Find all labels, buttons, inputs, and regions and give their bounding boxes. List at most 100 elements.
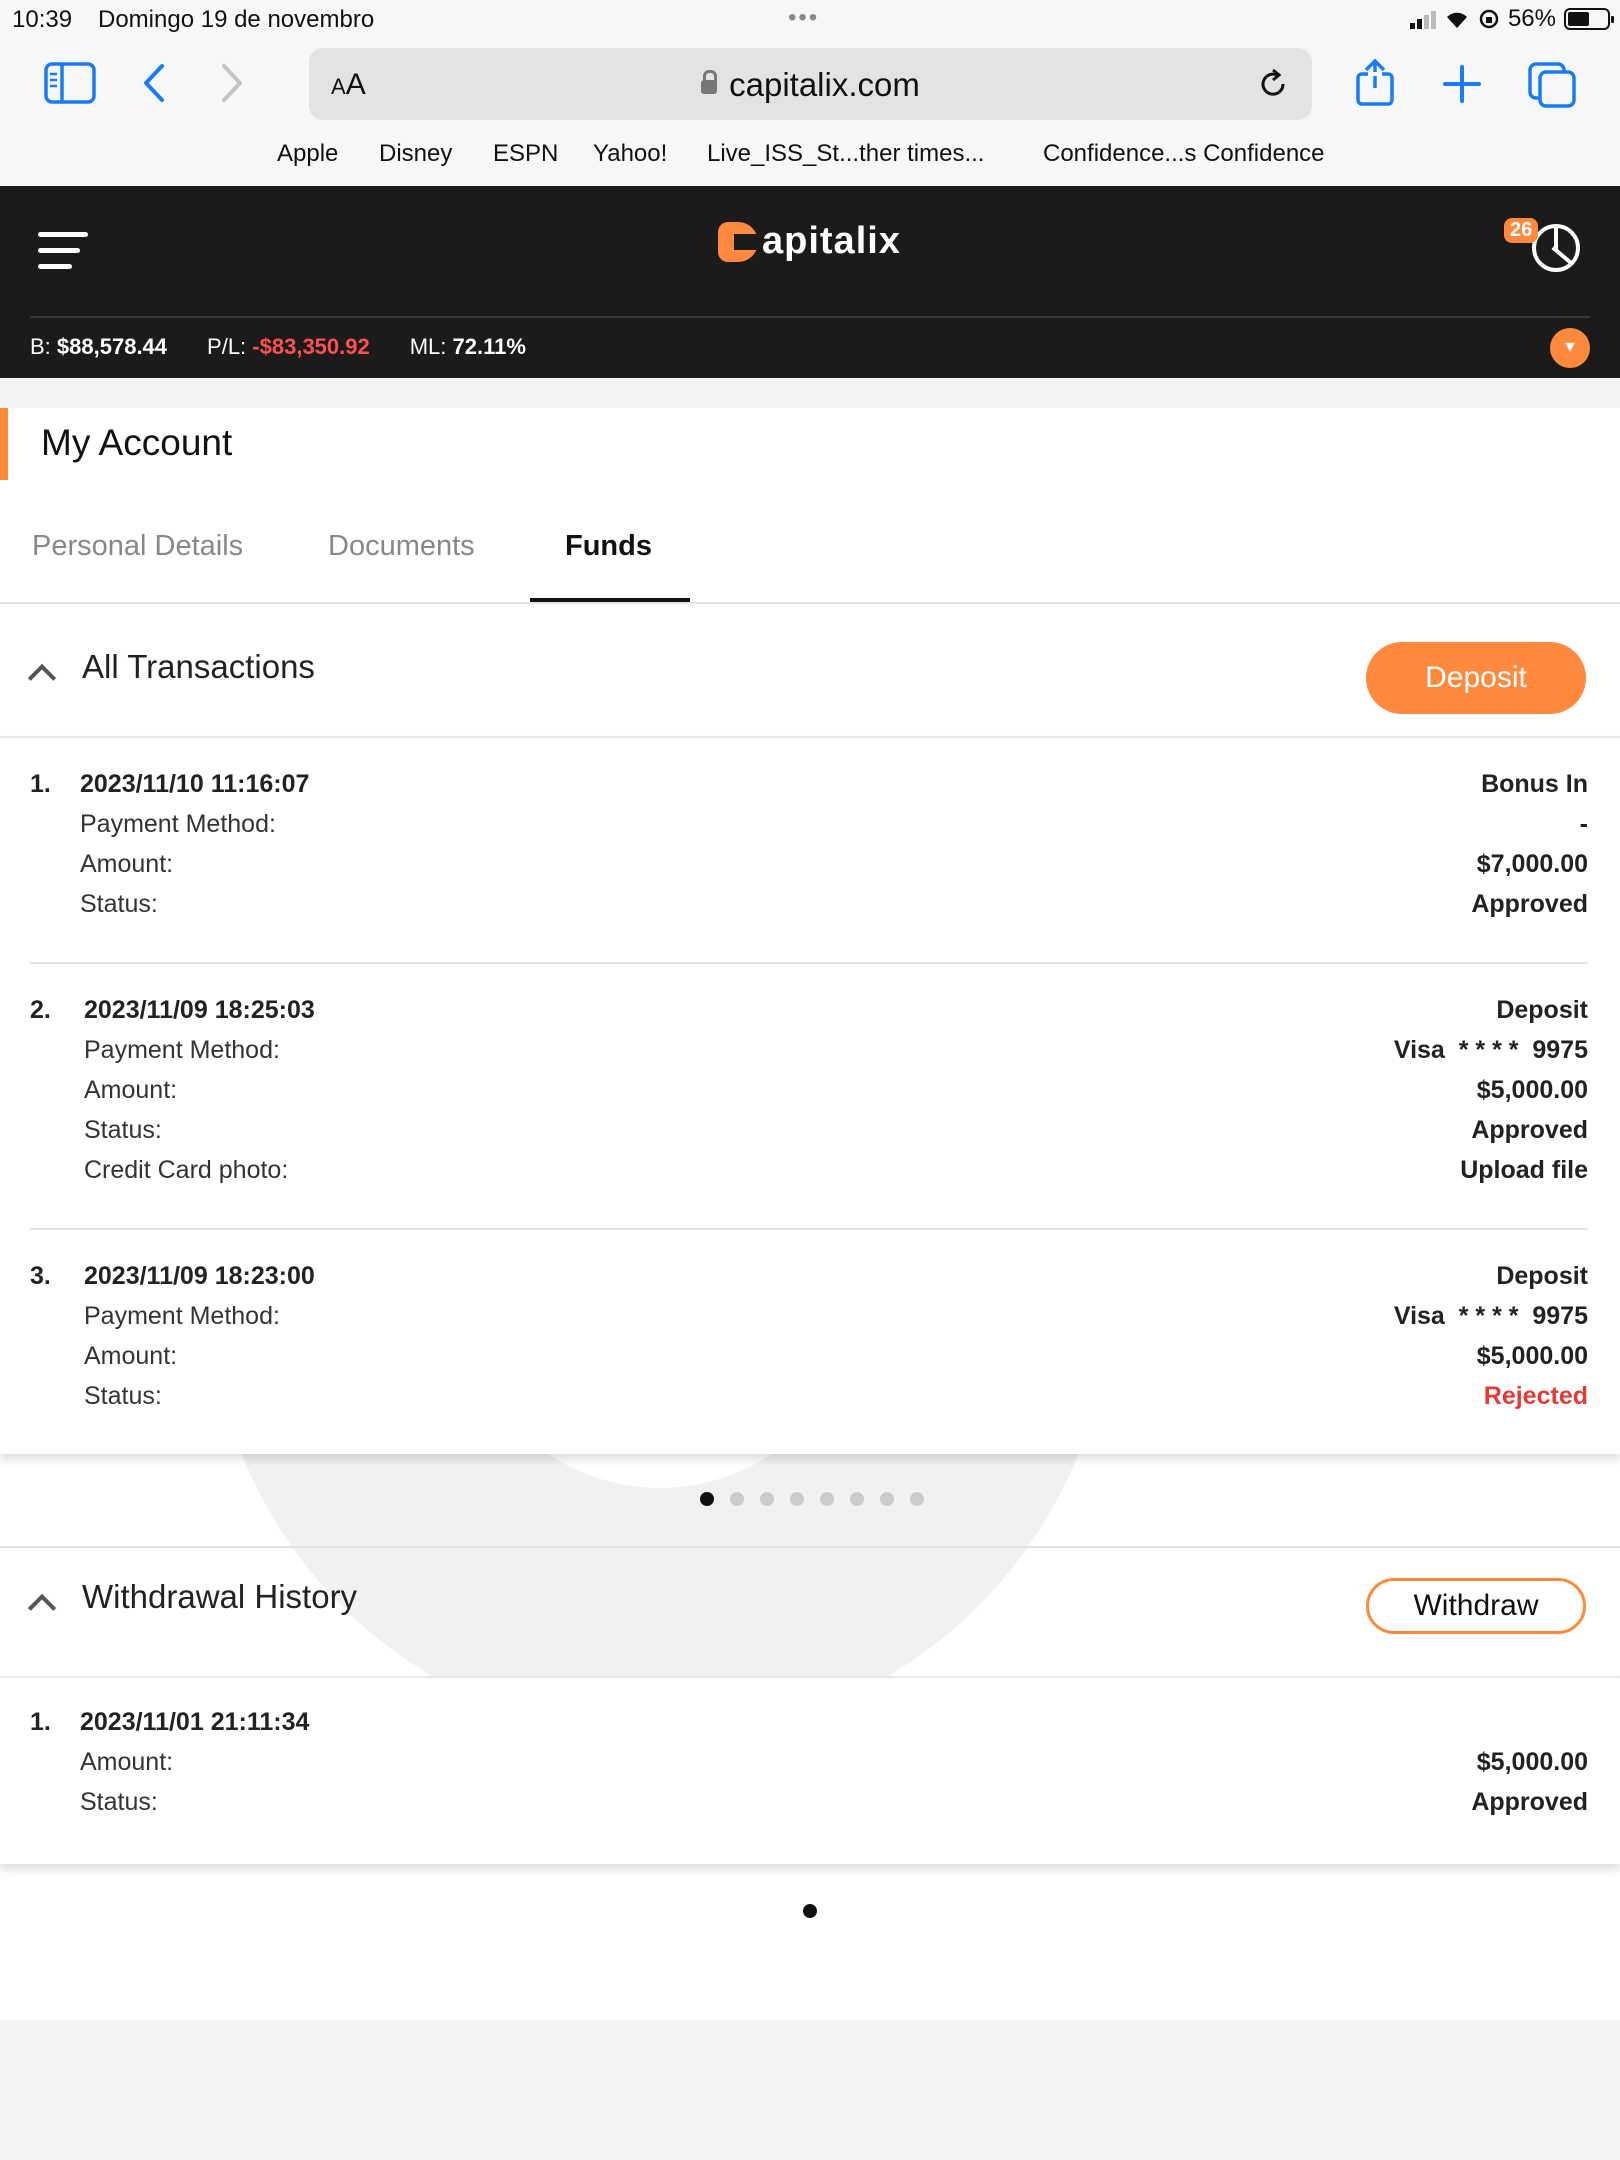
- notification-badge: 26: [1504, 218, 1539, 243]
- status-value: Approved: [1471, 890, 1588, 918]
- forward-icon[interactable]: [218, 62, 246, 104]
- bookmark-live-iss[interactable]: Live_ISS_St...ther times...: [707, 140, 984, 168]
- payment-method-label: Payment Method:: [80, 810, 276, 838]
- payment-method-value: -: [1579, 810, 1588, 838]
- amount-label: Amount:: [84, 1076, 178, 1104]
- ml-value: 72.11%: [452, 334, 526, 359]
- status-label: Status:: [80, 890, 158, 918]
- page-dot[interactable]: [803, 1904, 817, 1918]
- bookmark-espn[interactable]: ESPN: [493, 140, 558, 168]
- ml-label: ML:: [409, 334, 447, 359]
- pl-label: P/L:: [207, 334, 247, 359]
- active-tab-indicator: [530, 598, 690, 602]
- transaction-datetime: 2023/11/10 11:16:07: [80, 770, 310, 798]
- favorites-bar: Apple Disney ESPN Yahoo! Live_ISS_St...t…: [0, 126, 1620, 186]
- battery-icon: [1564, 8, 1614, 30]
- share-icon[interactable]: [1354, 58, 1396, 106]
- address-bar[interactable]: AA capitalix.com: [309, 48, 1312, 120]
- transactions-pagination: [700, 1492, 924, 1506]
- withdraw-button[interactable]: Withdraw: [1366, 1578, 1586, 1634]
- bookmark-disney[interactable]: Disney: [379, 140, 452, 168]
- amount-label: Amount:: [80, 1748, 174, 1776]
- deposit-button[interactable]: Deposit: [1366, 642, 1586, 714]
- account-tabs: Personal Details Documents Funds: [0, 508, 1620, 604]
- transaction-type: Bonus In: [1481, 770, 1588, 798]
- status-label: Status:: [84, 1382, 162, 1410]
- withdrawal-datetime: 2023/11/01 21:11:34: [80, 1708, 310, 1736]
- item-number: 1.: [30, 1708, 51, 1736]
- page-dot[interactable]: [730, 1492, 744, 1506]
- battery-percent: 56%: [1507, 5, 1556, 32]
- cellular-signal-icon: [1409, 9, 1436, 29]
- portfolio-pie-icon[interactable]: [1532, 224, 1580, 272]
- logo-text: apitalix: [762, 220, 901, 262]
- transaction-datetime: 2023/11/09 18:25:03: [84, 996, 315, 1024]
- credit-card-photo-label: Credit Card photo:: [84, 1156, 289, 1184]
- url-text: capitalix.com: [729, 66, 920, 103]
- payment-method-label: Payment Method:: [84, 1302, 280, 1330]
- status-date: Domingo 19 de novembro: [98, 6, 375, 33]
- page-dot[interactable]: [790, 1492, 804, 1506]
- transactions-title: All Transactions: [82, 648, 315, 685]
- withdrawals-title: Withdrawal History: [82, 1578, 358, 1615]
- page-dot[interactable]: [760, 1492, 774, 1506]
- bookmark-confidence[interactable]: Confidence...s Confidence: [1043, 140, 1325, 168]
- multitasking-dots-icon[interactable]: •••: [788, 4, 819, 32]
- status-value: Rejected: [1483, 1382, 1588, 1410]
- main-content: My Account Personal Details Documents Fu…: [0, 408, 1620, 2020]
- payment-method-label: Payment Method:: [84, 1036, 280, 1064]
- page-title: My Account: [41, 422, 233, 463]
- amount-value: $5,000.00: [1476, 1748, 1588, 1776]
- page-dot[interactable]: [880, 1492, 894, 1506]
- logo-mark-icon: [718, 221, 758, 262]
- collapse-transactions-icon[interactable]: [27, 663, 57, 693]
- transactions-list: 1. 2023/11/10 11:16:07 Bonus In Payment Me…: [0, 736, 1620, 1454]
- status-indicators: 56%: [1409, 5, 1614, 33]
- brand-logo[interactable]: apitalix: [718, 220, 901, 263]
- pl-stat: P/L: -$83,350.92: [207, 334, 370, 360]
- upload-file-link[interactable]: Upload file: [1460, 1156, 1588, 1185]
- app-header: apitalix 26 B: $88,578.44 P/L: -$83,350.…: [0, 186, 1620, 378]
- tab-personal-details[interactable]: Personal Details: [32, 530, 243, 563]
- url-display[interactable]: capitalix.com: [309, 66, 1312, 104]
- menu-icon[interactable]: [38, 232, 88, 272]
- balance-label: B:: [30, 334, 51, 359]
- collapse-withdrawals-icon[interactable]: [27, 1593, 57, 1623]
- sidebar-icon[interactable]: [44, 62, 96, 104]
- amount-label: Amount:: [84, 1342, 178, 1370]
- amount-value: $5,000.00: [1476, 1342, 1588, 1370]
- tab-documents[interactable]: Documents: [328, 530, 475, 563]
- withdrawals-pagination: [803, 1904, 817, 1918]
- transaction-datetime: 2023/11/09 18:23:00: [84, 1262, 315, 1290]
- payment-method-value: Visa * * * * 9975: [1393, 1302, 1588, 1330]
- reload-icon[interactable]: [1255, 66, 1291, 102]
- page-dot[interactable]: [820, 1492, 834, 1506]
- page: 10:39 Domingo 19 de novembro ••• 56% AA …: [0, 0, 1620, 2160]
- bookmark-yahoo[interactable]: Yahoo!: [593, 140, 667, 168]
- back-icon[interactable]: [140, 62, 168, 104]
- bookmark-apple[interactable]: Apple: [277, 140, 338, 168]
- stats-expand-icon[interactable]: ▼: [1550, 328, 1590, 368]
- rotation-lock-icon: [1479, 9, 1499, 29]
- tab-funds[interactable]: Funds: [565, 530, 652, 563]
- status-value: Approved: [1471, 1116, 1588, 1144]
- page-dot[interactable]: [700, 1492, 714, 1506]
- header-divider: [30, 316, 1590, 318]
- new-tab-icon[interactable]: [1442, 64, 1482, 104]
- wifi-icon: [1446, 12, 1467, 28]
- status-label: Status:: [84, 1116, 162, 1144]
- transaction-type: Deposit: [1496, 996, 1588, 1024]
- page-dot[interactable]: [850, 1492, 864, 1506]
- amount-value: $5,000.00: [1476, 1076, 1588, 1104]
- withdrawals-header: Withdrawal History Withdraw: [0, 1548, 1620, 1678]
- tabs-overview-icon[interactable]: [1528, 62, 1576, 108]
- balance-value: $88,578.44: [56, 334, 168, 359]
- page-dot[interactable]: [910, 1492, 924, 1506]
- transaction-type: Deposit: [1496, 1262, 1588, 1290]
- item-number: 1.: [30, 770, 51, 798]
- item-number: 3.: [30, 1262, 51, 1290]
- item-number: 2.: [30, 996, 51, 1024]
- balance-stat: B: $88,578.44: [30, 334, 167, 360]
- status-time: 10:39: [12, 6, 73, 33]
- status-value: Approved: [1471, 1788, 1588, 1816]
